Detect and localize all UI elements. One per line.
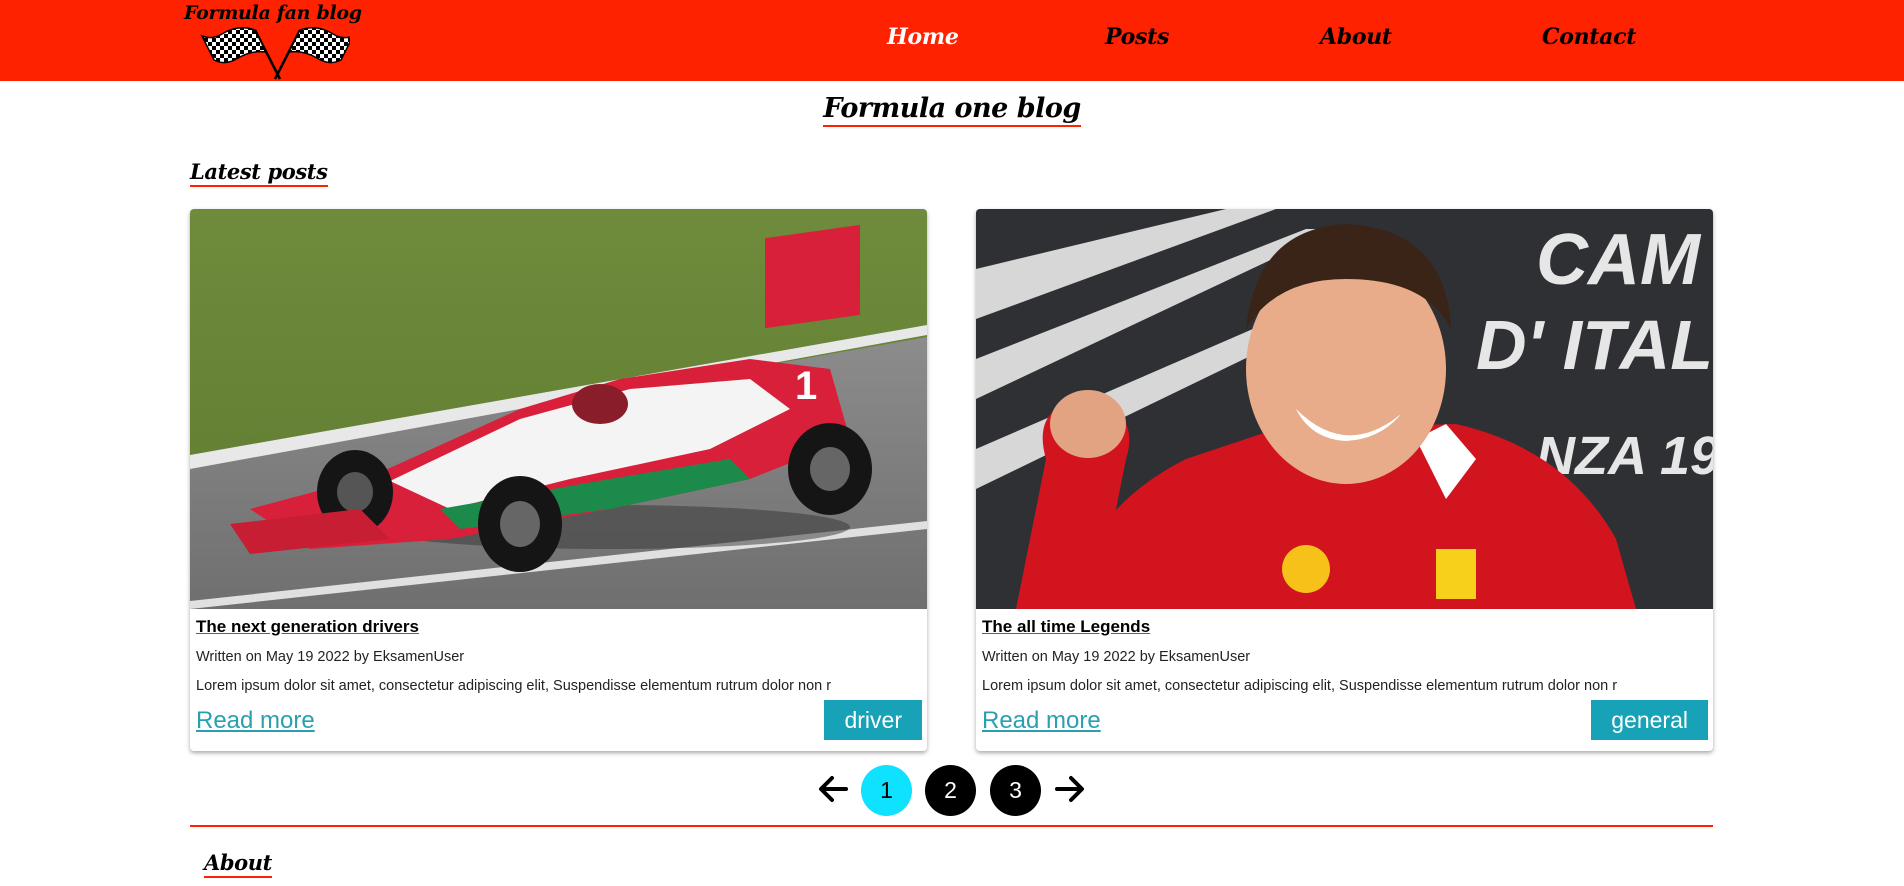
top-navigation-bar: Formula fan blog Home Posts About Contac… [0,0,1904,81]
read-more-link[interactable]: Read more [982,707,1101,735]
logo-title: Formula fan blog [184,2,362,24]
post-tag[interactable]: driver [824,700,922,740]
page-2-button[interactable]: 2 [925,765,976,816]
section-divider [190,825,1713,827]
site-logo[interactable]: Formula fan blog [184,2,369,80]
arrow-left-icon[interactable] [816,772,850,806]
post-card: CAM D' ITAL NZA 1998 The all time Legend… [976,209,1713,751]
arrow-right-icon[interactable] [1053,772,1087,806]
nav-about-link[interactable]: About [1320,24,1392,50]
post-title-link[interactable]: The next generation drivers [196,617,419,637]
post-title-link[interactable]: The all time Legends [982,617,1150,637]
latest-posts-heading: Latest posts [190,159,328,187]
nav-home-link[interactable]: Home [887,24,959,50]
post-meta: Written on May 19 2022 by EksamenUser [196,649,465,665]
svg-text:CAM: CAM [1536,220,1702,300]
post-image-driver-celebrating[interactable]: CAM D' ITAL NZA 1998 [976,209,1713,609]
post-image-formula-car[interactable]: 1 [190,209,927,609]
nav-contact-link[interactable]: Contact [1542,24,1636,50]
post-tag[interactable]: general [1591,700,1708,740]
about-heading: About [204,850,272,878]
page-title-wrap: Formula one blog [0,88,1904,127]
svg-text:D' ITAL: D' ITAL [1476,306,1713,384]
page-1-button[interactable]: 1 [861,765,912,816]
checkered-flags-icon [200,27,350,80]
nav-posts-link[interactable]: Posts [1105,24,1169,50]
post-card: 1 The next generation drivers Written on… [190,209,927,751]
page-3-button[interactable]: 3 [990,765,1041,816]
post-excerpt: Lorem ipsum dolor sit amet, consectetur … [196,678,832,694]
svg-text:1: 1 [795,364,817,408]
page-title: Formula one blog [823,93,1081,127]
post-meta: Written on May 19 2022 by EksamenUser [982,649,1251,665]
post-excerpt: Lorem ipsum dolor sit amet, consectetur … [982,678,1618,694]
read-more-link[interactable]: Read more [196,707,315,735]
